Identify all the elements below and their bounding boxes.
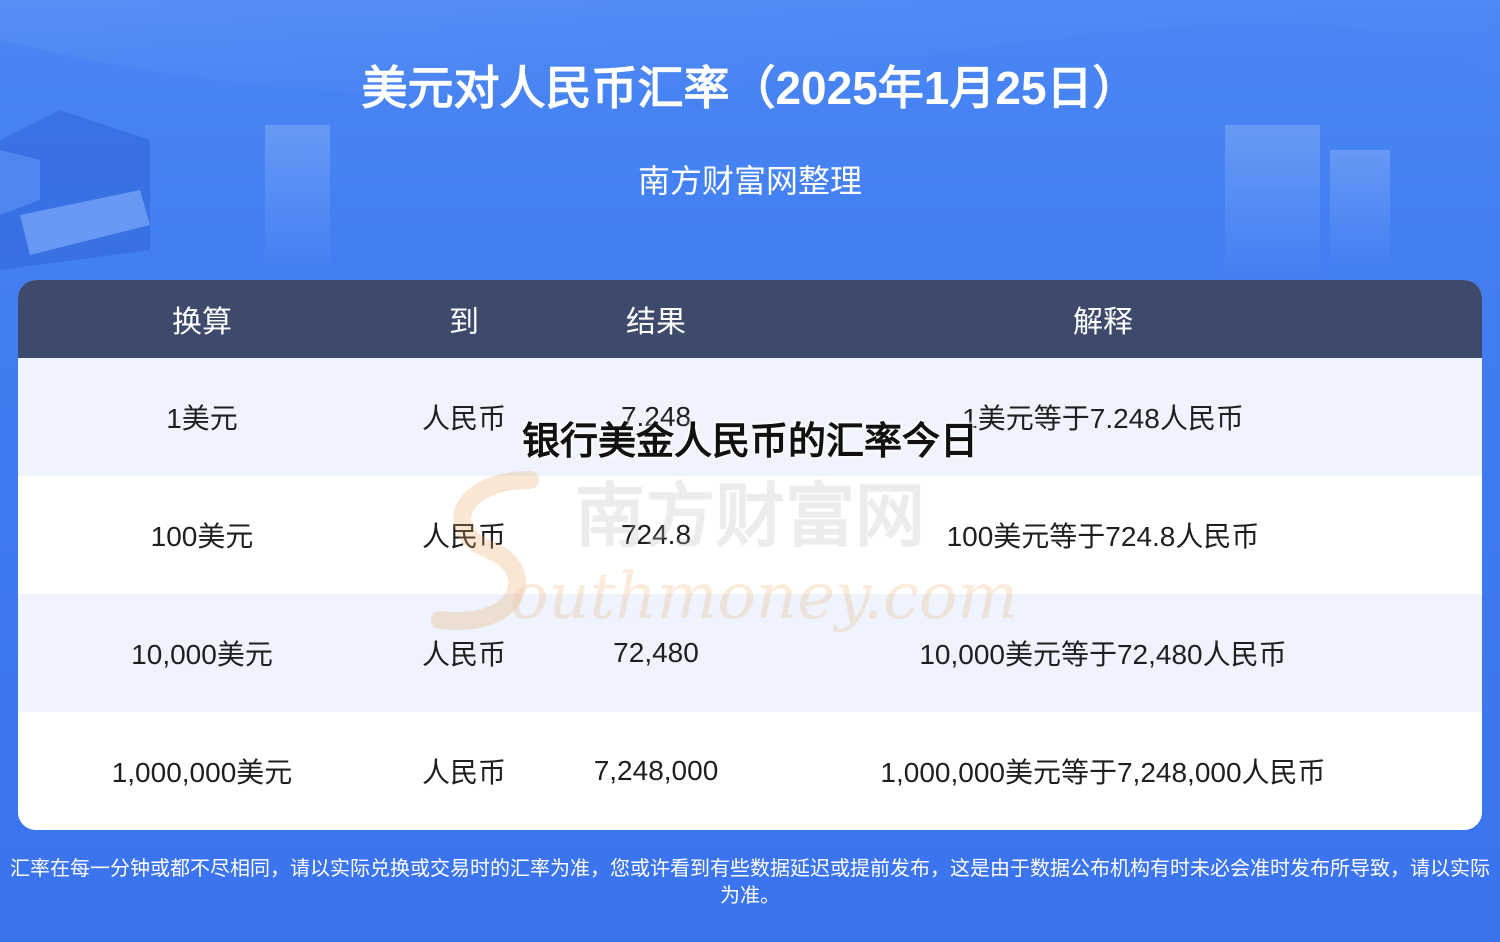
cell-to: 人民币 [421,757,506,788]
cell-from: 1,000,000美元 [111,757,293,788]
table-header: 换算 到 结果 解释 [18,280,1482,358]
table-row: 100美元 人民币 724.8 100美元等于724.8人民币 [18,476,1482,594]
cell-explain: 100美元等于724.8人民币 [946,521,1260,552]
cell-result: 724.8 [620,519,692,550]
page-subtitle: 南方财富网整理 [637,163,862,199]
column-header-to: 到 [449,306,479,339]
cell-to: 人民币 [421,521,506,552]
cell-explain: 10,000美元等于72,480人民币 [919,639,1287,670]
cell-result: 7,248,000 [593,755,719,786]
cell-to: 人民币 [421,639,506,670]
cell-result: 72,480 [613,637,699,668]
table-row: 1,000,000美元 人民币 7,248,000 1,000,000美元等于7… [18,712,1482,830]
table-row: 10,000美元 人民币 72,480 10,000美元等于72,480人民币 [18,594,1482,712]
column-header-convert: 换算 [172,306,232,339]
disclaimer-note: 汇率在每一分钟或都不尽相同，请以实际兑换或交易时的汇率为准，您或许看到有些数据延… [10,858,1490,907]
cell-explain: 1,000,000美元等于7,248,000人民币 [880,757,1326,788]
column-header-result: 结果 [626,306,686,339]
column-header-explain: 解释 [1073,306,1133,339]
page-title: 美元对人民币汇率（2025年1月25日） [361,62,1139,114]
cell-from: 100美元 [150,521,254,552]
exchange-table: 换算 到 结果 解释 1美元 人民币 7.248 1美元等于7.248人民币 1… [18,280,1482,830]
overlay-caption: 银行美金人民币的汇率今日 [521,421,978,463]
background-decoration [0,0,1500,300]
cell-from: 10,000美元 [131,639,273,670]
